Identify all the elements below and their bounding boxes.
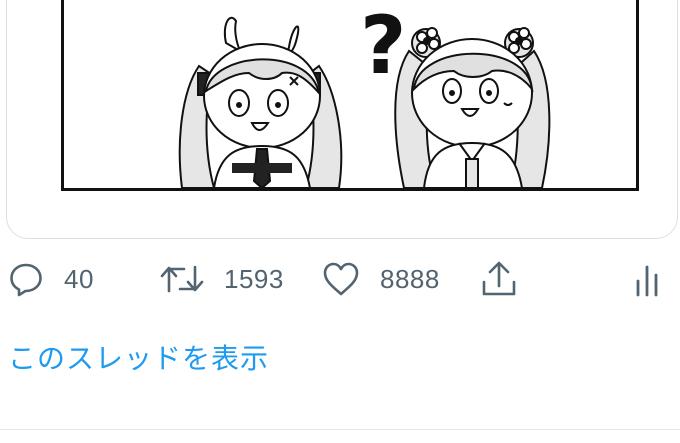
like-count: 8888 xyxy=(380,263,440,294)
reply-count: 40 xyxy=(64,263,94,294)
media-card[interactable]: ? xyxy=(6,0,678,239)
bar-chart-icon xyxy=(632,261,662,297)
share-upload-icon xyxy=(480,260,518,298)
retweet-button[interactable]: 1593 xyxy=(160,255,284,303)
share-button[interactable] xyxy=(480,255,518,303)
comic-image[interactable]: ? xyxy=(61,0,639,191)
like-button[interactable]: 8888 xyxy=(322,255,440,303)
heart-icon xyxy=(322,261,360,297)
retweet-count: 1593 xyxy=(224,263,284,294)
show-thread-link[interactable]: このスレッドを表示 xyxy=(8,337,269,377)
reply-bubble-icon xyxy=(8,261,44,297)
analytics-button[interactable] xyxy=(632,255,662,303)
reply-button[interactable]: 40 xyxy=(8,255,94,303)
divider xyxy=(0,429,680,430)
tweet-action-bar: 40 1593 8888 xyxy=(0,255,680,303)
comic-illustration: ? xyxy=(178,0,551,188)
tweet-container: ? 40 1593 8888 このスレッドを表示 xyxy=(0,0,680,443)
retweet-arrows-icon xyxy=(160,261,204,297)
